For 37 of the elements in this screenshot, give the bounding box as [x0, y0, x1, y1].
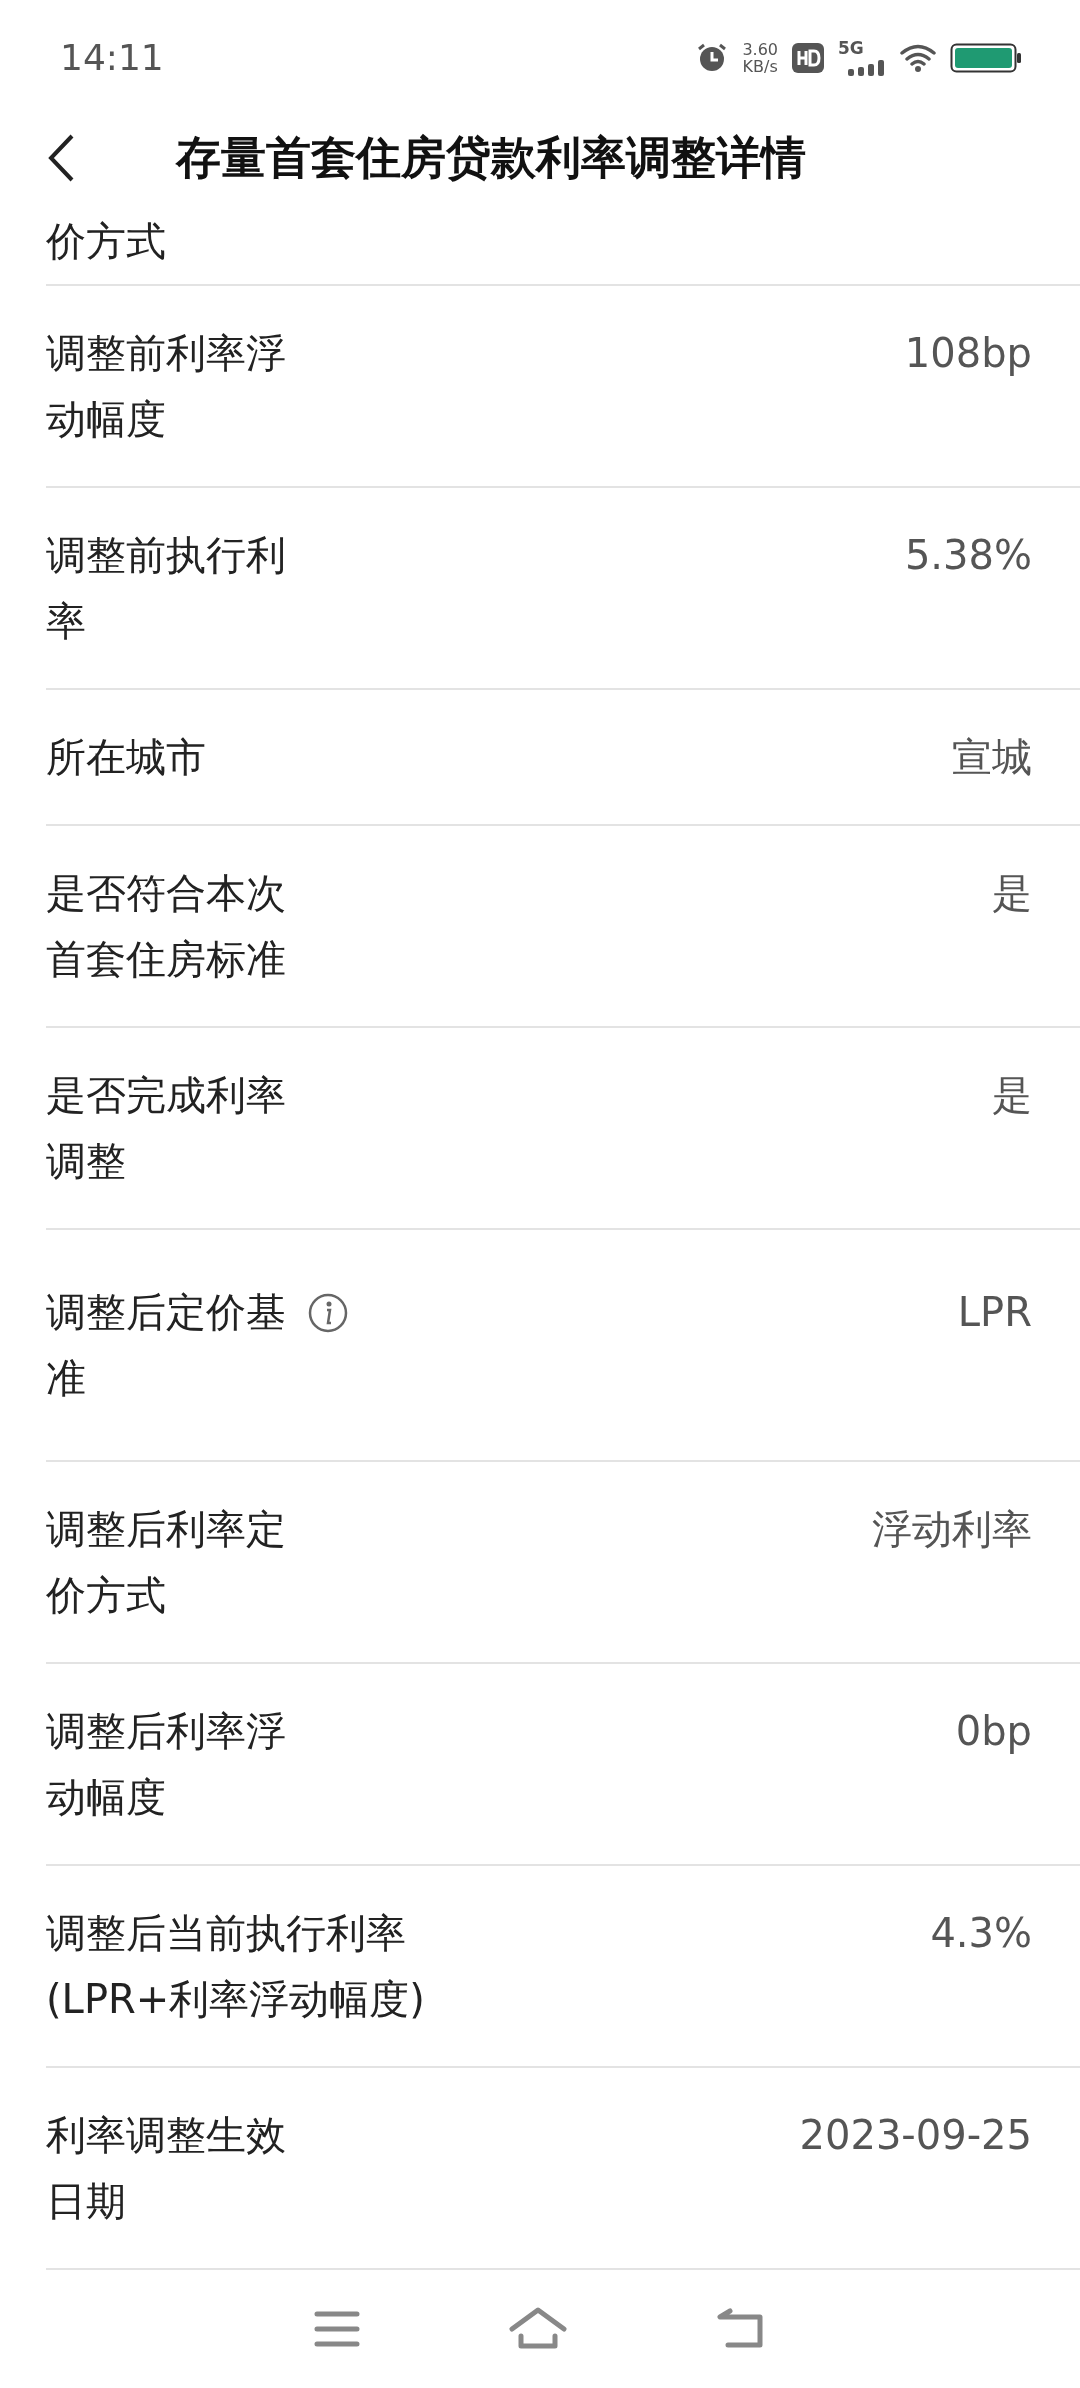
field-value: 5.38%	[904, 531, 1032, 580]
menu-icon[interactable]	[314, 2310, 361, 2348]
signal-icon	[848, 59, 886, 76]
field-value: 浮动利率	[872, 1505, 1032, 1554]
field-value: LPR	[957, 1288, 1032, 1337]
status-time: 14:11	[60, 37, 165, 78]
field-label: 调整后当前执行利率	[46, 1909, 407, 1958]
field-value: 是	[992, 869, 1032, 918]
hd-icon	[792, 42, 824, 73]
wifi-icon	[900, 43, 936, 72]
field-value: 0bp	[955, 1707, 1032, 1756]
back-button[interactable]	[46, 132, 76, 183]
field-label: 是否完成利率调整	[46, 1071, 287, 1186]
field-value: 宣城	[952, 733, 1032, 782]
speed-value: 3.60	[742, 40, 778, 58]
back-icon[interactable]	[715, 2308, 766, 2350]
field-label: 所在城市	[46, 733, 207, 782]
field-label: 调整后利率浮动幅度	[46, 1707, 287, 1822]
page-title: 存量首套住房贷款利率调整详情	[176, 129, 806, 186]
field-label: 调整前利率浮动幅度	[46, 329, 287, 444]
info-icon[interactable]	[308, 1293, 348, 1333]
field-label: 是否符合本次首套住房标准	[46, 869, 287, 984]
field-label: 调整后利率定价方式	[46, 1505, 287, 1620]
field-value: 108bp	[904, 329, 1032, 378]
field-value: 是	[992, 1071, 1032, 1120]
field-value: 2023-09-25	[799, 2111, 1032, 2160]
field-label: 调整后定价基准	[46, 1288, 287, 1403]
field-label: 价方式	[46, 217, 167, 266]
field-value: 4.3%	[930, 1909, 1032, 1958]
network-label: 5G	[838, 37, 864, 58]
alarm-icon	[696, 41, 729, 74]
home-icon[interactable]	[509, 2307, 567, 2351]
field-label: 调整前执行利率	[46, 531, 287, 646]
speed-unit: KB/s	[742, 57, 778, 75]
field-note: (LPR+利率浮动幅度)	[46, 1975, 425, 2024]
field-label: 利率调整生效日期	[46, 2111, 287, 2226]
battery-icon	[950, 42, 1022, 73]
